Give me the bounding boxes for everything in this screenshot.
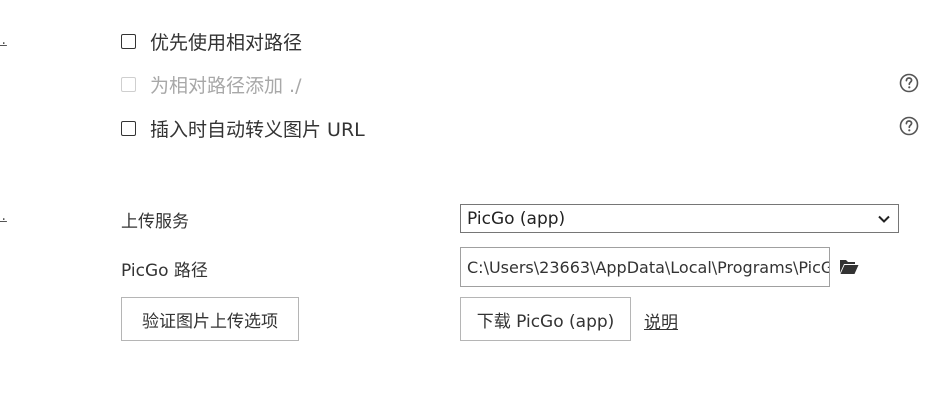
add-dot-slash-checkbox: [121, 76, 136, 92]
download-picgo-button[interactable]: 下载 PicGo (app): [460, 297, 631, 341]
section-link-truncated[interactable]: ..: [0, 208, 7, 224]
question-circle-icon[interactable]: [899, 73, 919, 93]
add-dot-slash-option: 为相对路径添加 ./: [121, 71, 301, 97]
add-dot-slash-label: 为相对路径添加 ./: [150, 74, 302, 97]
folder-open-icon[interactable]: [839, 258, 859, 275]
relative-path-option[interactable]: 优先使用相对路径: [121, 28, 302, 54]
explain-link[interactable]: 说明: [644, 308, 678, 333]
picgo-path-input[interactable]: C:\Users\23663\AppData\Local\Programs\Pi…: [460, 247, 830, 287]
upload-service-select[interactable]: PicGo (app): [460, 204, 899, 233]
escape-url-option[interactable]: 插入时自动转义图片 URL: [121, 115, 365, 141]
question-circle-icon[interactable]: [899, 116, 919, 136]
relative-path-checkbox[interactable]: [121, 33, 136, 49]
verify-upload-button[interactable]: 验证图片上传选项: [121, 297, 299, 341]
upload-service-label: 上传服务: [121, 212, 189, 232]
section-link-truncated[interactable]: ..: [0, 32, 7, 48]
escape-url-checkbox[interactable]: [121, 120, 136, 136]
relative-path-label: 优先使用相对路径: [150, 31, 303, 54]
chevron-down-icon: [878, 215, 890, 223]
picgo-path-label: PicGo 路径: [121, 261, 208, 281]
escape-url-label: 插入时自动转义图片 URL: [150, 118, 365, 141]
upload-service-value: PicGo (app): [467, 208, 566, 229]
